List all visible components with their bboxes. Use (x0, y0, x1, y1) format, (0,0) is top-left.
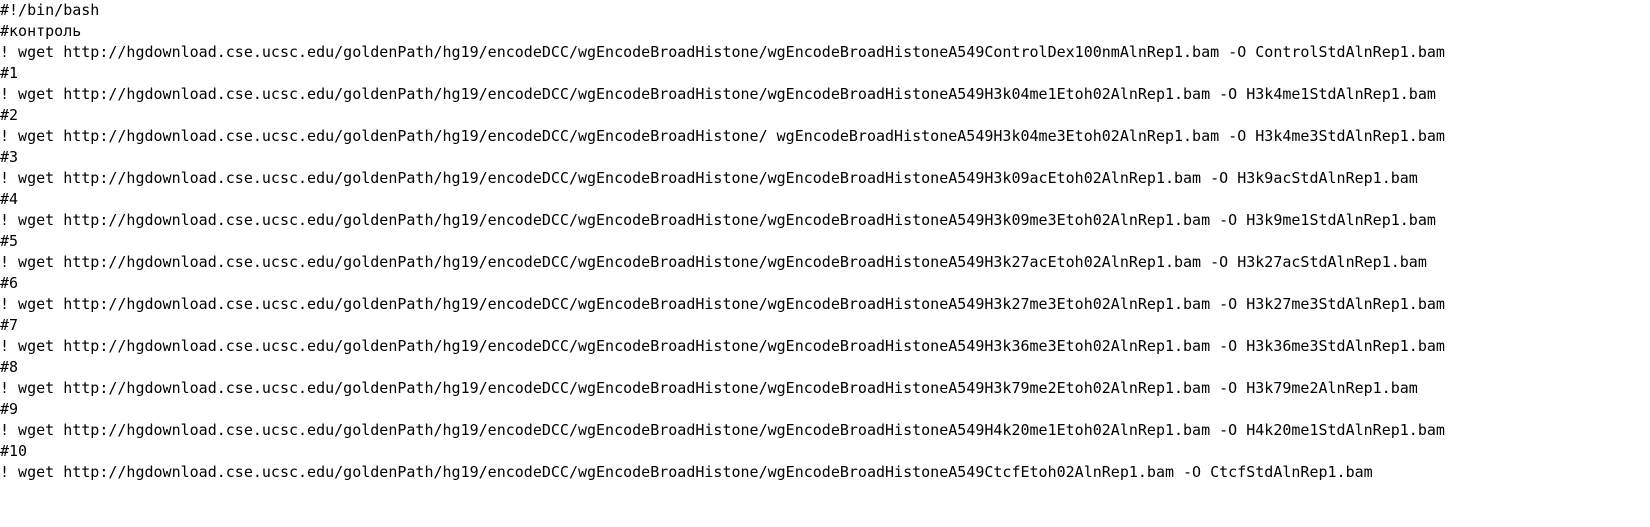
comment-line[interactable]: #5 (0, 231, 18, 251)
comment-line[interactable]: #8 (0, 357, 18, 377)
comment-line[interactable]: #6 (0, 273, 18, 293)
command-line[interactable]: ! wget http://hgdownload.cse.ucsc.edu/go… (0, 378, 1418, 398)
shebang-line[interactable]: #!/bin/bash (0, 0, 99, 20)
command-line[interactable]: ! wget http://hgdownload.cse.ucsc.edu/go… (0, 84, 1436, 104)
comment-line[interactable]: #2 (0, 105, 18, 125)
script-editor[interactable]: #!/bin/bash #контроль ! wget http://hgdo… (0, 0, 1650, 527)
command-line[interactable]: ! wget http://hgdownload.cse.ucsc.edu/go… (0, 420, 1445, 440)
comment-line[interactable]: #9 (0, 399, 18, 419)
command-line[interactable]: ! wget http://hgdownload.cse.ucsc.edu/go… (0, 336, 1445, 356)
command-line[interactable]: ! wget http://hgdownload.cse.ucsc.edu/go… (0, 294, 1445, 314)
command-line[interactable]: ! wget http://hgdownload.cse.ucsc.edu/go… (0, 168, 1418, 188)
comment-line[interactable]: #1 (0, 63, 18, 83)
command-line[interactable]: ! wget http://hgdownload.cse.ucsc.edu/go… (0, 126, 1445, 146)
comment-line[interactable]: #контроль (0, 21, 81, 41)
command-line[interactable]: ! wget http://hgdownload.cse.ucsc.edu/go… (0, 210, 1436, 230)
command-line[interactable]: ! wget http://hgdownload.cse.ucsc.edu/go… (0, 42, 1445, 62)
command-line[interactable]: ! wget http://hgdownload.cse.ucsc.edu/go… (0, 252, 1427, 272)
comment-line[interactable]: #4 (0, 189, 18, 209)
comment-line[interactable]: #7 (0, 315, 18, 335)
comment-line[interactable]: #3 (0, 147, 18, 167)
command-line[interactable]: ! wget http://hgdownload.cse.ucsc.edu/go… (0, 462, 1373, 482)
comment-line[interactable]: #10 (0, 441, 27, 461)
